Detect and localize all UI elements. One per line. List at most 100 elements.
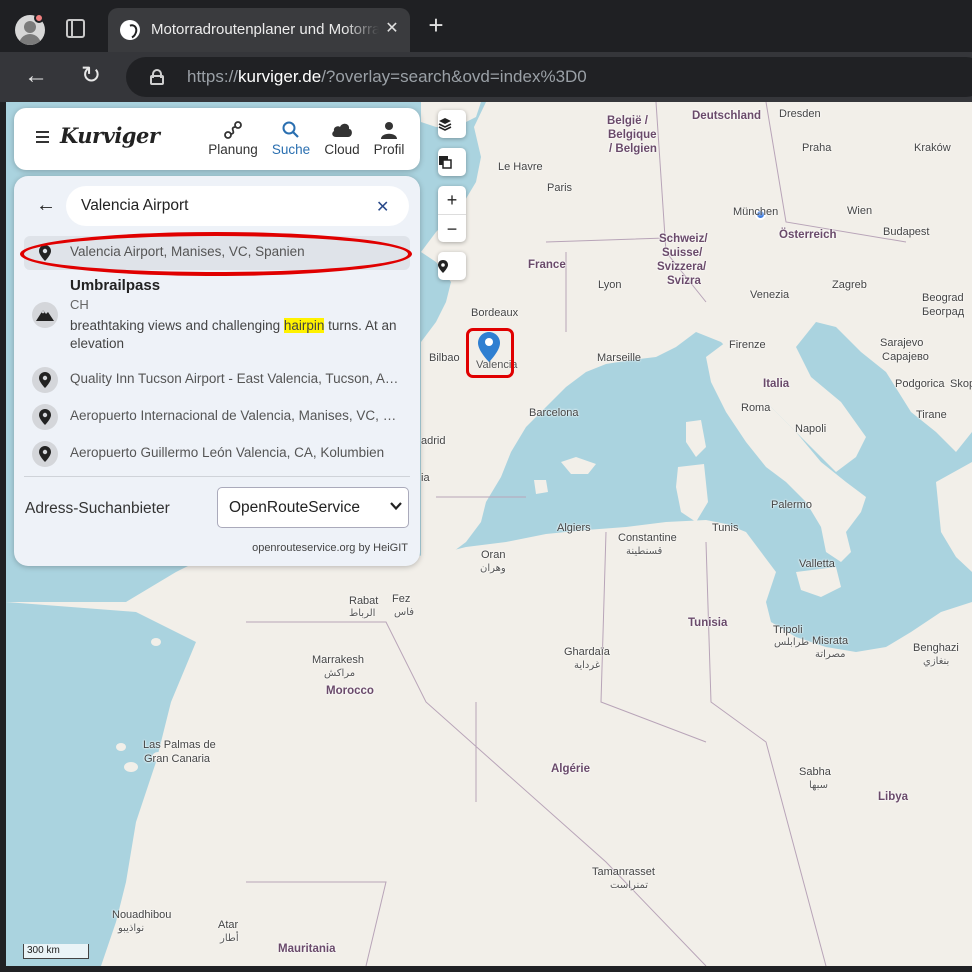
map-label: مراكش [324,668,356,679]
poi-country: CH [70,297,89,312]
provider-label: Adress-Suchanbieter [25,500,170,517]
map-label: Atar [218,919,239,931]
map-label: Las Palmas de [143,739,216,751]
provider-select[interactable]: OpenRouteService [217,487,409,528]
url-text[interactable]: https://kurviger.de/?overlay=search&ovd=… [187,67,587,87]
map-label: Palermo [771,499,812,511]
map-label: Benghazi [913,642,959,654]
map-label: Dresden [779,108,821,120]
mountain-icon [32,302,58,328]
marker-highlight-box [466,328,514,378]
route-icon [203,120,263,140]
back-button[interactable]: ← [22,62,50,90]
map-label: Fez [392,593,411,605]
kurviger-favicon-icon [120,20,140,40]
map-label: Praha [802,142,832,154]
scale-bar: 300 km [23,944,89,959]
map-label: Algérie [551,763,590,775]
address-bar[interactable]: https://kurviger.de/?overlay=search&ovd=… [126,57,972,97]
result-highlight-oval [20,232,412,276]
location-pin-icon [32,367,58,393]
map-label: Tamanrasset [592,866,655,878]
locate-button[interactable] [438,252,466,280]
map-label: Marseille [597,352,642,364]
map-label: Suisse/ [662,247,703,259]
map-label: مصراتة [815,649,846,660]
map-label: Kraków [914,142,951,154]
map-label: أطار [220,933,239,944]
browser-toolbar: ← ↻ https://kurviger.de/?overlay=search&… [0,52,972,102]
map-label: Сарајево [882,351,929,363]
nav-planung[interactable]: Planung [203,120,263,157]
clear-search-icon[interactable]: ✕ [376,197,389,217]
map-label: Tunis [712,522,739,534]
search-result-poi[interactable]: Umbrailpass CH breathtaking views and ch… [24,274,410,358]
overlay-button[interactable] [438,148,466,176]
search-result-item[interactable]: Aeropuerto Guillermo León Valencia, CA, … [24,437,410,471]
map-label: Budapest [883,226,930,238]
provider-credit-link[interactable]: openrouteservice.org by HeiGIT [252,542,408,554]
map-label: Nouadhibou [112,909,172,921]
zoom-in-button[interactable]: + [438,186,466,214]
map-label: München [733,206,779,218]
map-label: Sarajevo [880,337,924,349]
map-label: Venezia [750,289,790,301]
map-label: سبها [809,780,829,791]
map-label: Podgorica [895,378,945,390]
nav-profil[interactable]: Profil [359,120,419,157]
browser-tab[interactable]: Motorradroutenplaner und Motorrad-Navi ✕ [108,8,410,52]
back-arrow-icon[interactable]: ← [36,195,56,215]
profile-icon [359,120,419,140]
map-label: ia [421,472,430,484]
map-label: Wien [847,205,873,217]
app-top-bar: Kurviger Planung Suche Cloud Profil [14,108,420,170]
provider-value: OpenRouteService [229,499,360,516]
divider [24,476,410,477]
zoom-out-button[interactable]: − [438,214,466,242]
new-tab-button[interactable]: + [424,12,448,38]
map-label: Svizzera/ [657,261,707,273]
search-query-text: Valencia Airport [81,197,189,214]
map-label: Napoli [795,423,827,435]
map-label: Svizra [667,275,701,287]
map-label: / Belgien [609,143,657,155]
map-label: طرابلس [774,637,810,648]
map-label: Lyon [598,279,622,291]
map-label: Tirane [916,409,947,421]
browser-tab-strip: Motorradroutenplaner und Motorrad-Navi ✕… [0,0,972,52]
poi-title: Umbrailpass [70,277,161,294]
map-label: Oran [481,549,506,561]
hamburger-menu-icon[interactable] [36,131,49,143]
map-label: Schweiz/ [659,233,708,245]
map-label: فاس [394,607,415,618]
lock-icon[interactable] [150,69,164,85]
map-label: Tripoli [773,624,803,636]
map-label: Mauritania [278,943,336,955]
map-label: Roma [741,402,771,414]
map-label: وهران [480,563,506,574]
map-label: Algiers [557,522,591,534]
map-label: France [528,259,566,271]
location-pin-icon [438,252,466,280]
search-result-item[interactable]: Aeropuerto Internacional de Valencia, Ma… [24,400,410,434]
kurviger-logo[interactable]: Kurviger [60,123,160,148]
tab-close-icon[interactable]: ✕ [382,19,402,39]
search-input[interactable]: Valencia Airport ✕ [66,186,409,226]
poi-description: breathtaking views and challenging hairp… [70,318,397,351]
layers-button[interactable] [438,110,466,138]
map-label: Tunisia [688,617,728,629]
map-label: Firenze [729,339,766,351]
map-label: Bordeaux [471,307,519,319]
map-label: Österreich [779,229,837,241]
map-label: الرباط [349,608,376,619]
tab-search-icon[interactable] [66,19,85,38]
map-label: Bilbao [429,352,460,364]
map-label: غرداية [574,660,601,671]
search-result-item[interactable]: Quality Inn Tucson Airport - East Valenc… [24,363,410,397]
map-label: قسنطينة [626,546,663,557]
map-label: Belgique [608,129,657,141]
zoom-control: + − [438,186,466,242]
reload-button[interactable]: ↻ [77,62,105,90]
location-pin-icon [32,404,58,430]
map-label: Ghardaïa [564,646,610,658]
